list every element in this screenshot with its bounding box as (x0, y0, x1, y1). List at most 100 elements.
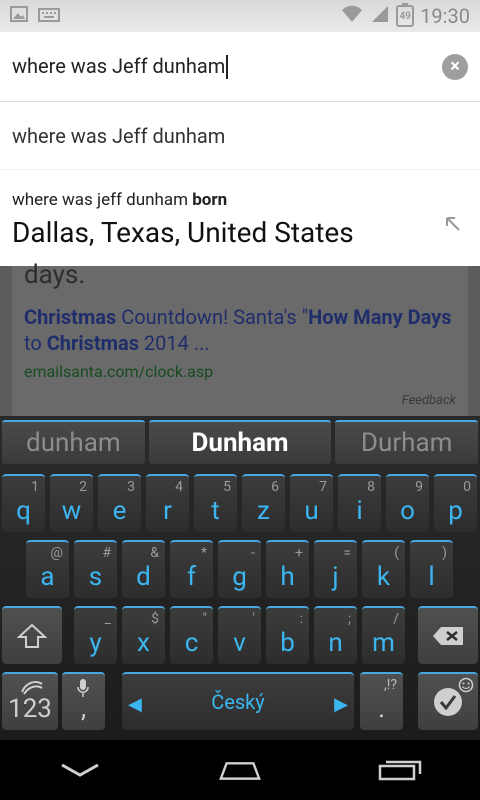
key-alt-char: = (343, 545, 351, 561)
key-alt-char: ; (348, 611, 351, 627)
key-label: p (448, 496, 463, 526)
key-alt-char: $ (151, 611, 159, 627)
key-w[interactable]: 2w (50, 474, 93, 532)
result-card: days. Christmas Countdown! Santa's "How … (12, 260, 468, 416)
key-alt-char: 9 (415, 479, 423, 495)
key-e[interactable]: 3e (98, 474, 141, 532)
key-u[interactable]: 7u (290, 474, 333, 532)
clear-search-button[interactable]: × (442, 53, 468, 80)
backspace-key[interactable] (418, 606, 478, 664)
key-label: q (16, 496, 31, 526)
result-url: emailsanta.com/clock.asp (24, 362, 214, 381)
image-icon (10, 6, 28, 26)
key-label: o (400, 496, 415, 526)
key-label: s (88, 562, 103, 592)
wifi-icon (340, 4, 364, 29)
cursor-left-icon: ◀ (128, 694, 142, 715)
key-label: f (186, 562, 197, 592)
key-h[interactable]: + h (266, 540, 309, 598)
recent-apps-icon[interactable] (377, 759, 423, 781)
key-label: x (137, 628, 150, 658)
key-label: d (136, 562, 151, 592)
key-f[interactable]: * f (170, 540, 213, 598)
key-b[interactable]: :b (266, 606, 309, 664)
result-title-link[interactable]: Christmas Countdown! Santa's "How Many D… (24, 304, 456, 356)
key-alt-char: & (150, 545, 159, 561)
key-p[interactable]: 0p (434, 474, 477, 532)
key-alt-char: 8 (367, 479, 375, 495)
numbers-key[interactable]: 123 (2, 672, 58, 730)
key-alt-char: ( (394, 545, 399, 561)
key-g[interactable]: -g (218, 540, 261, 598)
key-t[interactable]: 5t (194, 474, 237, 532)
key-alt-char: ' (252, 611, 255, 627)
key-label: k (376, 562, 391, 592)
shift-key[interactable] (2, 606, 62, 664)
enter-key[interactable] (418, 672, 478, 730)
key-s[interactable]: # s (74, 540, 117, 598)
key-alt-char: * (200, 545, 207, 561)
suggestion-query-bold: born (192, 190, 228, 210)
key-label: c (184, 628, 199, 658)
battery-icon: 49 (396, 3, 415, 27)
key-v[interactable]: ' v (218, 606, 261, 664)
key-alt-char: + (295, 545, 303, 561)
key-alt-char: # (102, 545, 111, 561)
backspace-icon (433, 627, 463, 645)
key-j[interactable]: = j (314, 540, 357, 598)
search-input[interactable]: where was Jeff dunham (12, 54, 442, 80)
key-label: m (372, 628, 395, 658)
key-z[interactable]: 6z (242, 474, 285, 532)
key-alt-char: 5 (223, 479, 231, 495)
key-label: . (378, 694, 385, 724)
key-k[interactable]: (k (362, 540, 405, 598)
key-q[interactable]: 1q (2, 474, 45, 532)
key-o[interactable]: 9o (386, 474, 429, 532)
prediction-bar: dunham Dunham Durham (0, 416, 480, 468)
key-alt-char: 0 (463, 479, 471, 495)
prediction-left[interactable]: dunham (2, 420, 145, 464)
key-l[interactable]: ) l (410, 540, 453, 598)
key-x[interactable]: $ x (122, 606, 165, 664)
key-alt-char: ,!? (384, 677, 397, 693)
key-alt-char: _ (104, 611, 111, 627)
swype-icon (21, 681, 43, 695)
key-alt-char: 6 (271, 479, 279, 495)
comma-key[interactable]: , (62, 672, 105, 730)
key-alt-char: 2 (79, 479, 87, 495)
key-i[interactable]: 8i (338, 474, 381, 532)
signal-icon (370, 4, 390, 29)
close-icon: × (450, 56, 460, 77)
screen: 49 19:30 where was Jeff dunham × where w… (0, 0, 480, 800)
prediction-right[interactable]: Durham (335, 420, 479, 464)
fill-query-arrow-icon[interactable] (444, 214, 462, 239)
key-m[interactable]: / m (362, 606, 405, 664)
period-key[interactable]: ,!?. (360, 672, 403, 730)
suggestion-item[interactable]: where was Jeff dunham (0, 102, 480, 170)
key-d[interactable]: & d (122, 540, 165, 598)
key-a[interactable]: @ a (26, 540, 69, 598)
key-label: i (356, 496, 363, 526)
suggestion-query-prefix: where was jeff dunham (12, 190, 193, 210)
battery-level: 49 (399, 10, 411, 22)
feedback-link[interactable]: Feedback (402, 393, 456, 408)
cursor-right-icon: ▶ (334, 694, 348, 715)
space-key[interactable]: ◀ Český ▶ (122, 672, 354, 730)
shift-icon (17, 623, 47, 648)
key-r[interactable]: 4r (146, 474, 189, 532)
key-label: h (280, 562, 295, 592)
home-icon[interactable] (217, 759, 263, 781)
key-y[interactable]: _ y (74, 606, 117, 664)
prediction-center[interactable]: Dunham (148, 420, 332, 464)
result-title-part: Christmas (46, 331, 139, 355)
key-label: z (257, 496, 270, 526)
key-label: y (89, 628, 102, 658)
key-n[interactable]: ; n (314, 606, 357, 664)
key-c[interactable]: " c (170, 606, 213, 664)
search-results-page: days. Christmas Countdown! Santa's "How … (0, 260, 480, 416)
result-title-part: Christmas (24, 305, 117, 329)
hide-keyboard-icon[interactable] (57, 759, 103, 781)
suggestion-item-answer[interactable]: where was jeff dunham born Dallas, Texas… (0, 170, 480, 266)
navigation-bar (0, 740, 480, 800)
result-title-part: How Many Days (308, 305, 452, 329)
